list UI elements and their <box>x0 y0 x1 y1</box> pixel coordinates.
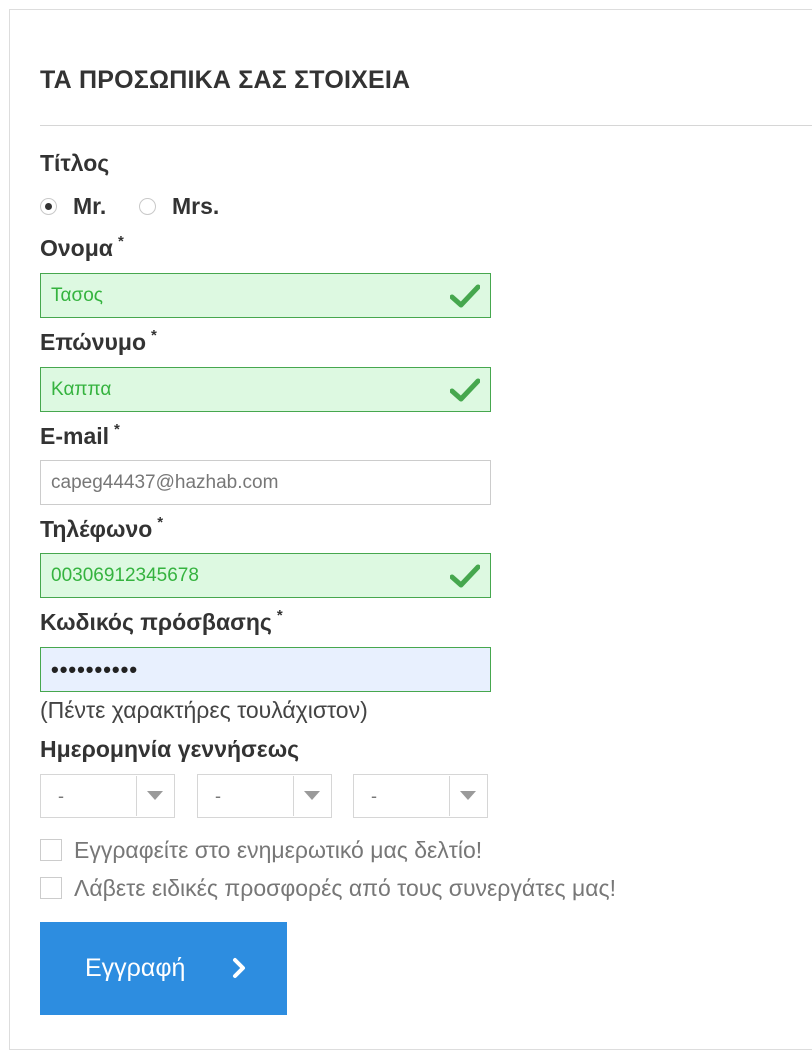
required-mark: * <box>151 327 157 344</box>
check-icon <box>450 284 480 308</box>
register-button[interactable]: Εγγραφή <box>40 922 287 1015</box>
birth-year-value: - <box>371 786 377 806</box>
birth-month-select[interactable]: - <box>197 774 332 818</box>
birth-day-value: - <box>58 786 64 806</box>
birth-year-select[interactable]: - <box>353 774 488 818</box>
email-field[interactable]: capeg44437@hazhab.com <box>40 460 491 505</box>
email-label-text: E-mail <box>40 423 110 449</box>
birth-day-select[interactable]: - <box>40 774 175 818</box>
last-name-field[interactable]: Καππα <box>40 367 491 412</box>
dropdown-button[interactable] <box>136 776 173 816</box>
caret-down-icon <box>304 791 320 800</box>
offers-checkbox[interactable] <box>40 877 62 899</box>
title-option-mrs[interactable]: Mrs. <box>139 192 219 220</box>
section-divider <box>40 125 812 126</box>
offers-label: Λάβετε ειδικές προσφορές από τους συνεργ… <box>74 874 617 901</box>
required-mark: * <box>117 233 124 250</box>
radio-mrs[interactable] <box>139 197 156 215</box>
dropdown-button[interactable] <box>449 776 486 816</box>
check-icon <box>450 564 480 588</box>
phone-label: Τηλέφωνο * <box>40 514 164 543</box>
chevron-right-icon <box>233 958 245 978</box>
required-mark: * <box>114 421 120 438</box>
newsletter-option[interactable]: Εγγραφείτε στο ενημερωτικό μας δελτίο! <box>40 835 482 865</box>
password-field[interactable]: •••••••••• <box>40 647 491 692</box>
newsletter-checkbox[interactable] <box>40 839 62 861</box>
birth-month-value: - <box>215 786 221 806</box>
last-name-value: Καππα <box>51 379 112 400</box>
register-button-label: Εγγραφή <box>85 954 186 982</box>
email-value: capeg44437@hazhab.com <box>51 472 279 493</box>
password-hint: (Πέντε χαρακτήρες τουλάχιστον) <box>40 697 368 723</box>
last-name-label: Επώνυμο * <box>40 327 157 356</box>
first-name-value: Τασος <box>51 285 103 306</box>
password-label-text: Κωδικός πρόσβασης <box>40 609 272 635</box>
radio-mr[interactable] <box>40 197 57 215</box>
first-name-field[interactable]: Τασος <box>40 273 491 318</box>
password-value: •••••••••• <box>51 657 139 682</box>
phone-field[interactable]: 00306912345678 <box>40 553 491 598</box>
last-name-label-text: Επώνυμο <box>40 329 147 355</box>
phone-value: 00306912345678 <box>51 565 199 586</box>
offers-option[interactable]: Λάβετε ειδικές προσφορές από τους συνεργ… <box>40 873 616 903</box>
section-title: ΤΑ ΠΡΟΣΩΠΙΚΑ ΣΑΣ ΣΤΟΙΧΕΙΑ <box>40 66 411 94</box>
required-mark: * <box>157 514 164 531</box>
email-label: E-mail * <box>40 421 120 450</box>
radio-mr-label: Mr. <box>73 192 107 219</box>
dropdown-button[interactable] <box>293 776 330 816</box>
caret-down-icon <box>460 791 476 800</box>
birthdate-label: Ημερομηνία γεννήσεως <box>40 736 300 762</box>
caret-down-icon <box>147 791 163 800</box>
newsletter-label: Εγγραφείτε στο ενημερωτικό μας δελτίο! <box>74 836 483 863</box>
title-option-mr[interactable]: Mr. <box>40 192 106 220</box>
first-name-label: Ονομα * <box>40 233 124 262</box>
first-name-label-text: Ονομα <box>40 235 113 261</box>
required-mark: * <box>276 607 283 624</box>
title-label: Τίτλος <box>40 150 110 176</box>
password-label: Κωδικός πρόσβασης * <box>40 607 283 636</box>
radio-mrs-label: Mrs. <box>172 192 220 219</box>
check-icon <box>450 378 480 402</box>
phone-label-text: Τηλέφωνο <box>40 516 153 542</box>
